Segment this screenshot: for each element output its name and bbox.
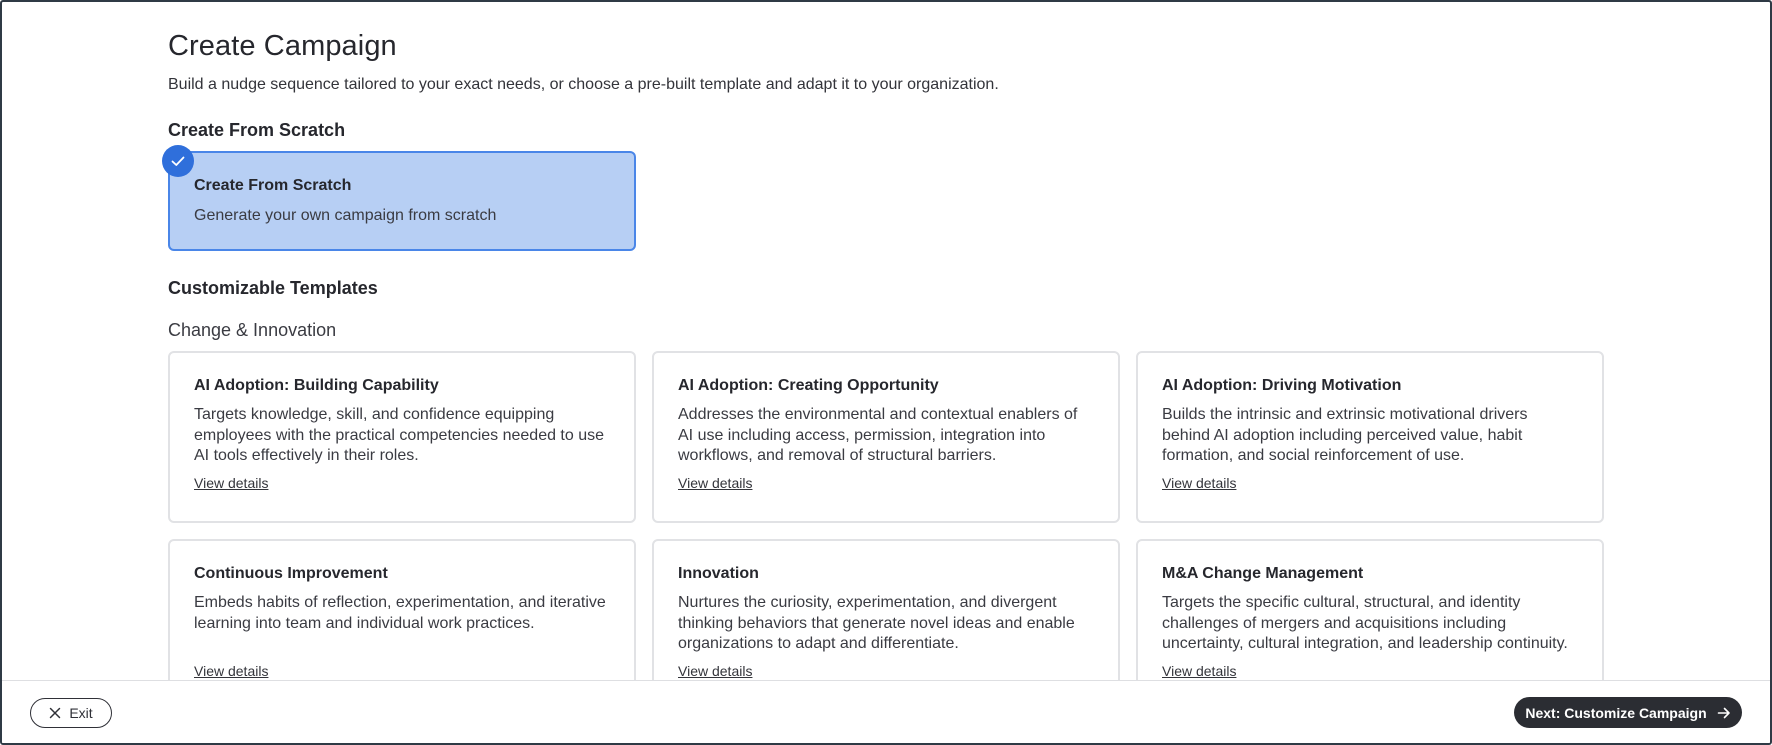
main-scroll-area[interactable]: Create Campaign Build a nudge sequence t… [2, 2, 1770, 680]
page-subtitle: Build a nudge sequence tailored to your … [168, 76, 999, 93]
page-title: Create Campaign [168, 30, 397, 62]
template-card-ai-creating-opportunity[interactable]: AI Adoption: Creating Opportunity Addres… [652, 351, 1120, 523]
arrow-right-icon [1717, 706, 1731, 720]
next-customize-campaign-button[interactable]: Next: Customize Campaign [1514, 697, 1742, 728]
scratch-card-title: Create From Scratch [194, 177, 352, 194]
template-card-description: Builds the intrinsic and extrinsic motiv… [1162, 406, 1528, 464]
template-card-description: Targets knowledge, skill, and confidence… [194, 406, 605, 464]
template-card-description: Targets the specific cultural, structura… [1162, 594, 1568, 652]
app-window: Create Campaign Build a nudge sequence t… [0, 0, 1772, 745]
view-details-link[interactable]: View details [194, 475, 268, 491]
view-details-link[interactable]: View details [678, 475, 752, 491]
exit-button[interactable]: Exit [30, 698, 112, 728]
view-details-link[interactable]: View details [1162, 475, 1236, 491]
view-details-link[interactable]: View details [1162, 663, 1236, 679]
category-title: Change & Innovation [168, 320, 337, 340]
template-card-title: AI Adoption: Building Capability [194, 377, 439, 394]
template-card-continuous-improvement[interactable]: Continuous Improvement Embeds habits of … [168, 539, 636, 680]
footer-bar: Exit Next: Customize Campaign [2, 680, 1770, 743]
check-icon [162, 145, 194, 177]
next-label: Next: Customize Campaign [1525, 704, 1707, 721]
template-card-ai-driving-motivation[interactable]: AI Adoption: Driving Motivation Builds t… [1136, 351, 1604, 523]
close-icon [49, 707, 61, 719]
template-card-title: AI Adoption: Driving Motivation [1162, 377, 1402, 394]
scratch-card-description: Generate your own campaign from scratch [194, 207, 497, 224]
template-card-description: Embeds habits of reflection, experimenta… [194, 594, 606, 632]
create-from-scratch-card[interactable]: Create From Scratch Generate your own ca… [162, 145, 636, 251]
template-card-description: Nurtures the curiosity, experimentation,… [678, 594, 1075, 652]
template-card-ma-change-management[interactable]: M&A Change Management Targets the specif… [1136, 539, 1604, 680]
template-grid: AI Adoption: Building Capability Targets… [168, 351, 1608, 680]
view-details-link[interactable]: View details [194, 663, 268, 679]
template-card-title: Continuous Improvement [194, 565, 388, 582]
template-card-title: AI Adoption: Creating Opportunity [678, 377, 939, 394]
templates-section-title: Customizable Templates [168, 278, 378, 298]
template-card-ai-building-capability[interactable]: AI Adoption: Building Capability Targets… [168, 351, 636, 523]
template-card-innovation[interactable]: Innovation Nurtures the curiosity, exper… [652, 539, 1120, 680]
view-details-link[interactable]: View details [678, 663, 752, 679]
exit-label: Exit [69, 705, 93, 721]
template-card-title: Innovation [678, 565, 759, 582]
template-card-description: Addresses the environmental and contextu… [678, 406, 1078, 464]
main-content: Create Campaign Build a nudge sequence t… [162, 30, 1608, 680]
scratch-section-title: Create From Scratch [168, 120, 346, 140]
template-card-title: M&A Change Management [1162, 565, 1364, 582]
